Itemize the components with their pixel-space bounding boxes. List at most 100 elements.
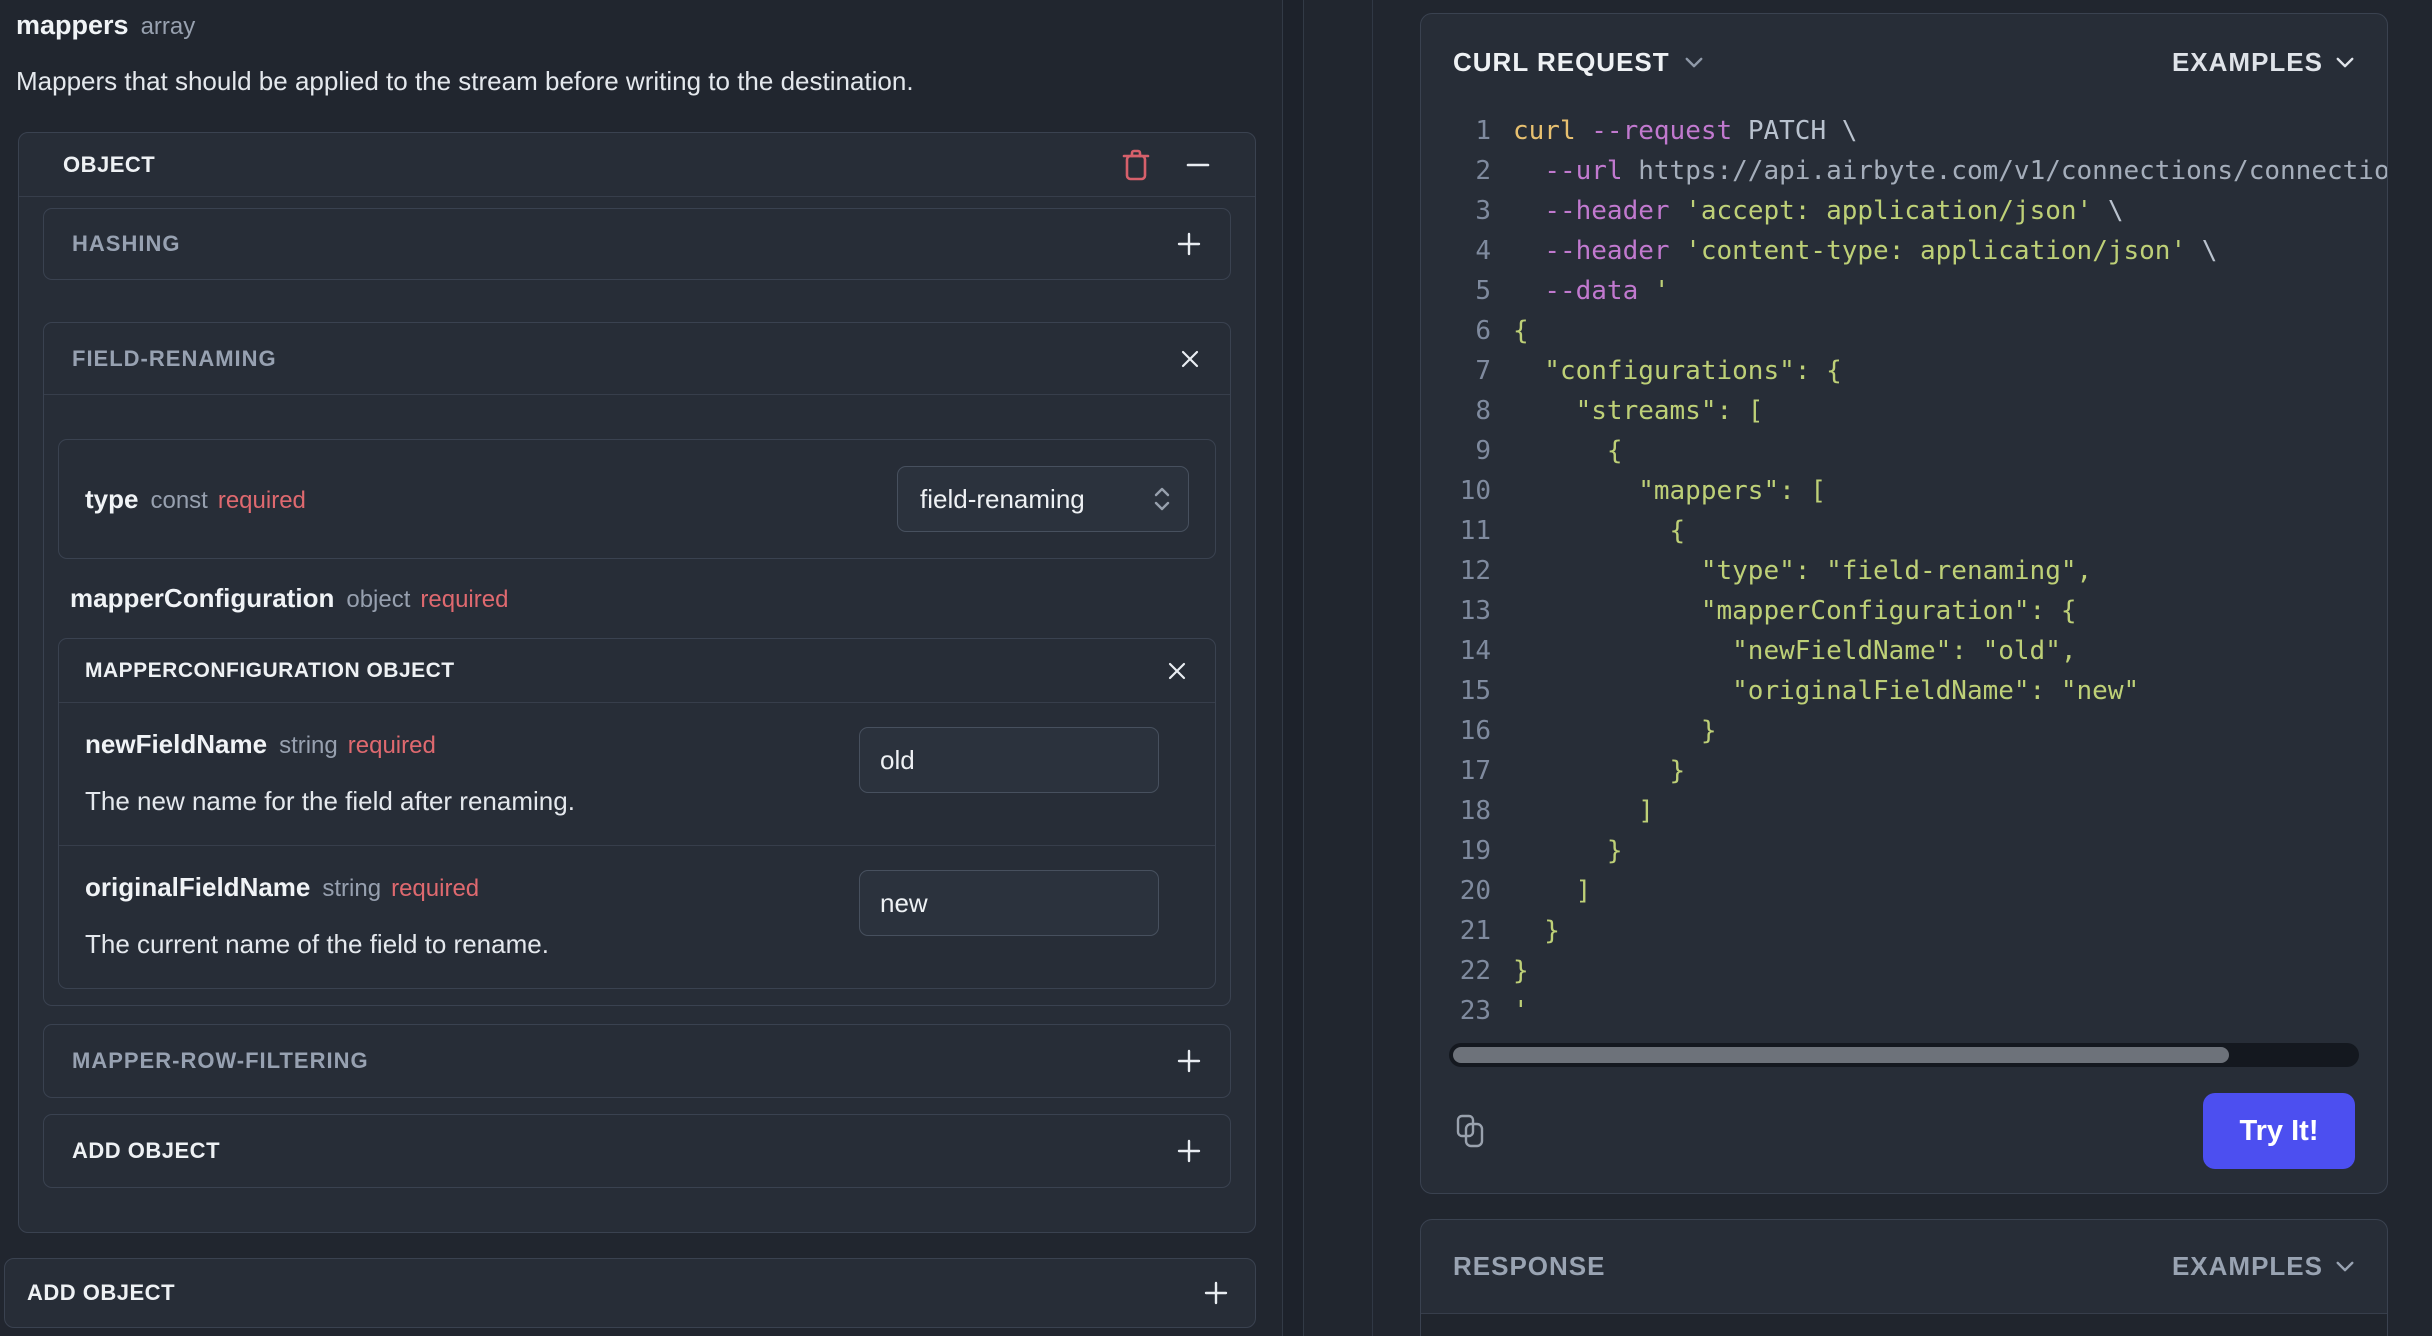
close-mapper-configuration-button[interactable] [1165, 659, 1189, 683]
new-field-name-row: newFieldName string required The new nam… [59, 703, 1215, 846]
code-line: 21 } [1421, 911, 2387, 951]
line-number: 4 [1475, 236, 1491, 266]
section-hashing-label: HASHING [72, 231, 181, 256]
line-number: 15 [1459, 676, 1491, 706]
line-number: 22 [1459, 956, 1491, 986]
response-header: RESPONSE EXAMPLES [1421, 1220, 2387, 1314]
delete-object-button[interactable] [1121, 148, 1151, 182]
response-title: RESPONSE [1453, 1251, 1606, 1281]
collapse-object-button[interactable] [1185, 152, 1211, 178]
mapper-configuration-card: MAPPERCONFIGURATION OBJECT newFieldName … [58, 638, 1216, 989]
code-text: --url https://api.airbyte.com/v1/connect… [1544, 156, 2388, 186]
code-line: 8 "streams": [ [1421, 391, 2387, 431]
code-text: curl --request PATCH \ [1513, 116, 1858, 146]
close-icon [1178, 347, 1202, 371]
code-line: 5 --data ' [1421, 271, 2387, 311]
line-number: 18 [1459, 796, 1491, 826]
add-object-outer-button[interactable]: ADD OBJECT [4, 1258, 1256, 1328]
code-line: 17 } [1421, 751, 2387, 791]
minus-icon [1185, 152, 1211, 178]
property-required-badge: required [420, 586, 509, 613]
code-line: 16 } [1421, 711, 2387, 751]
try-it-button[interactable]: Try It! [2203, 1093, 2355, 1169]
curl-request-header: CURL REQUEST EXAMPLES [1421, 14, 2387, 111]
close-icon [1165, 659, 1189, 683]
curl-request-dropdown[interactable]: CURL REQUEST [1453, 47, 1704, 78]
code-text: } [1513, 916, 1560, 946]
code-text: { [1513, 516, 1686, 546]
line-number: 8 [1475, 396, 1491, 426]
code-line: 7 "configurations": { [1421, 351, 2387, 391]
page-scrollbar[interactable] [1282, 0, 1304, 1336]
api-docs-screen: mappers array Mappers that should be app… [0, 0, 2432, 1336]
code-line: 22} [1421, 951, 2387, 991]
add-object-inner-label: ADD OBJECT [72, 1138, 221, 1163]
section-field-renaming-header[interactable]: FIELD-RENAMING [44, 323, 1230, 395]
code-text: { [1513, 316, 1529, 346]
object-card-title: OBJECT [63, 151, 156, 177]
response-examples-label: EXAMPLES [2171, 1251, 2323, 1281]
type-select-value: field-renaming [920, 483, 1085, 514]
object-card-body: HASHING FIELD-RENAMING type const requir… [43, 198, 1231, 1188]
code-line: 18 ] [1421, 791, 2387, 831]
code-line: 4 --header 'content-type: application/js… [1421, 231, 2387, 271]
expand-hashing-button[interactable] [1176, 231, 1202, 257]
mapper-configuration-label: mapperConfiguration object required [70, 583, 1204, 614]
code-line: 23 ' [1421, 991, 2387, 1031]
line-number: 2 [1475, 156, 1491, 186]
line-number: 21 [1459, 916, 1491, 946]
line-number: 9 [1475, 436, 1491, 466]
plus-icon [1203, 1280, 1229, 1306]
line-number: 11 [1459, 516, 1491, 546]
section-hashing[interactable]: HASHING [43, 208, 1231, 280]
section-mapper-row-filtering-label: MAPPER-ROW-FILTERING [72, 1048, 369, 1073]
property-required-badge: required [391, 875, 480, 902]
original-field-name-input[interactable] [859, 870, 1159, 936]
expand-mapper-row-filtering-button[interactable] [1176, 1048, 1202, 1074]
line-number: 23 [1459, 996, 1491, 1026]
line-number: 1 [1475, 116, 1491, 146]
object-card: OBJECT HASHING FIELD-RENAMING type const… [18, 132, 1256, 1233]
curl-request-panel: CURL REQUEST EXAMPLES 1 curl --request PA… [1420, 13, 2388, 1194]
mapper-configuration-card-header: MAPPERCONFIGURATION OBJECT [59, 639, 1215, 703]
property-kind: const [150, 486, 208, 514]
response-examples-dropdown[interactable]: EXAMPLES [2172, 1251, 2355, 1282]
add-object-inner-button[interactable]: ADD OBJECT [43, 1114, 1231, 1188]
response-body [1421, 1314, 2387, 1336]
type-select[interactable]: field-renaming [897, 466, 1189, 532]
field-header: mappers array [16, 10, 195, 41]
property-name: originalFieldName [85, 872, 311, 902]
request-examples-dropdown[interactable]: EXAMPLES [2172, 47, 2355, 78]
line-number: 20 [1459, 876, 1491, 906]
request-examples-label: EXAMPLES [2171, 47, 2323, 77]
section-field-renaming: FIELD-RENAMING type const required field… [43, 322, 1231, 1006]
section-mapper-row-filtering[interactable]: MAPPER-ROW-FILTERING [43, 1024, 1231, 1098]
property-name: mapperConfiguration [70, 583, 335, 613]
plus-icon [1176, 1138, 1202, 1164]
code-text: } [1513, 716, 1717, 746]
curl-request-footer: Try It! [1421, 1067, 2387, 1193]
code-line: 19 } [1421, 831, 2387, 871]
code-horizontal-scrollbar [1449, 1043, 2359, 1067]
copy-icon [1453, 1112, 1487, 1150]
code-text: "streams": [ [1513, 396, 1764, 426]
code-text: --header 'accept: application/json' \ [1544, 196, 2124, 226]
close-field-renaming-button[interactable] [1178, 347, 1202, 371]
chevron-down-icon [2335, 56, 2355, 69]
copy-code-button[interactable] [1453, 1112, 1487, 1150]
code-text: ' [1513, 996, 1529, 1026]
code-scrollbar-thumb[interactable] [1453, 1047, 2229, 1063]
code-text: { [1513, 436, 1623, 466]
line-number: 6 [1475, 316, 1491, 346]
code-line: 2 --url https://api.airbyte.com/v1/conne… [1421, 151, 2387, 191]
add-object-outer-label: ADD OBJECT [27, 1280, 176, 1305]
type-property-label: type const required [85, 484, 306, 515]
code-text: "mappers": [ [1513, 476, 1827, 506]
new-field-name-input[interactable] [859, 727, 1159, 793]
line-number: 10 [1459, 476, 1491, 506]
code-text: "originalFieldName": "new" [1513, 676, 2140, 706]
line-number: 13 [1459, 596, 1491, 626]
code-area: 1 curl --request PATCH \ 2 --url https://a… [1421, 111, 2387, 1035]
line-number: 14 [1459, 636, 1491, 666]
code-line: 9 { [1421, 431, 2387, 471]
